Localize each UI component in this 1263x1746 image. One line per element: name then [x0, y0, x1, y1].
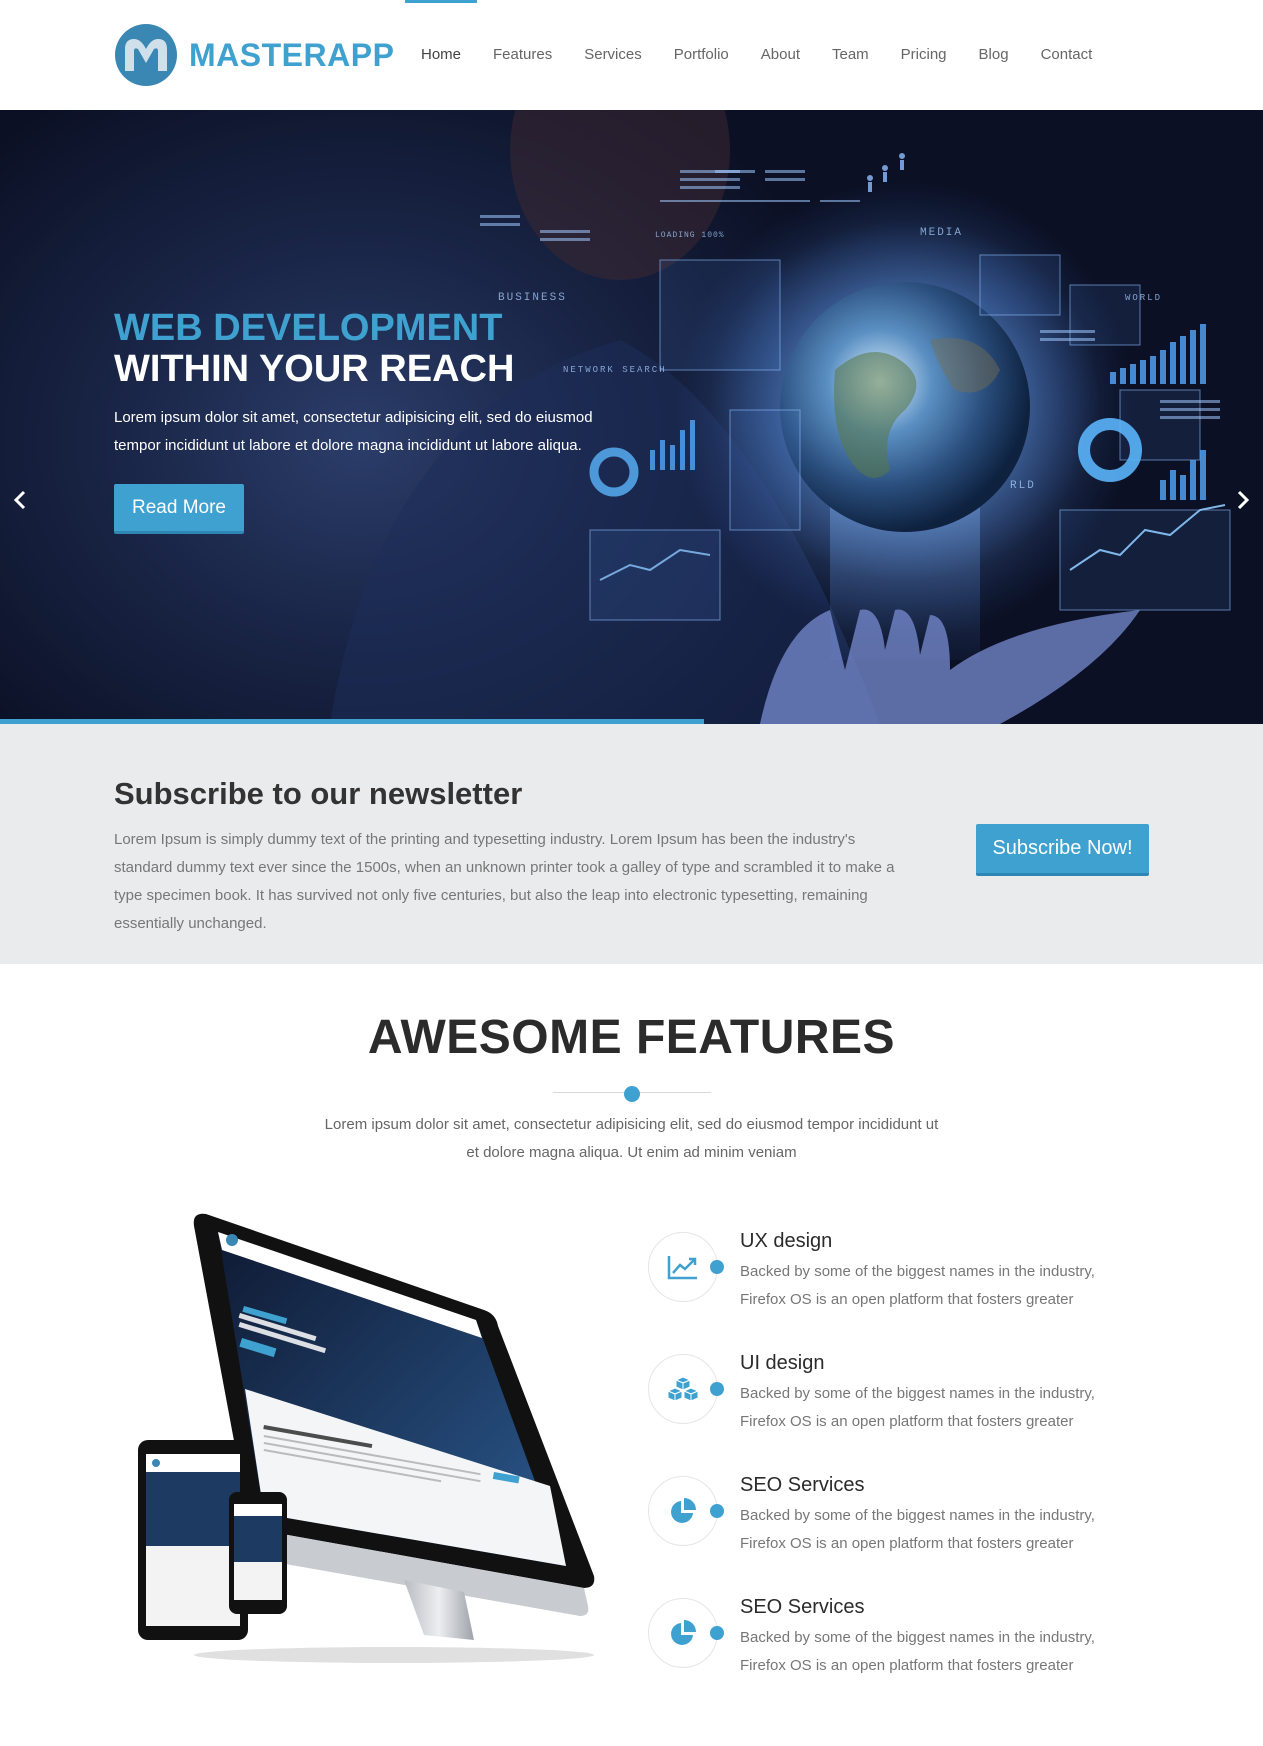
feature-list: UX design Backed by some of the biggest …	[648, 1228, 1168, 1716]
hero-title-line2: WITHIN YOUR REACH	[114, 348, 515, 390]
divider-dot	[624, 1086, 640, 1102]
chevron-right-icon	[1237, 490, 1250, 510]
feature-text: Backed by some of the biggest names in t…	[740, 1629, 1095, 1674]
section-divider	[553, 1086, 711, 1102]
feature-item-ux-design: UX design Backed by some of the biggest …	[648, 1228, 1168, 1350]
feature-icon-circle	[648, 1476, 718, 1546]
slider-next-button[interactable]	[1223, 460, 1263, 540]
features-title: AWESOME FEATURES	[367, 1011, 896, 1064]
svg-text:BUSINESS: BUSINESS	[498, 292, 567, 304]
nav-contact[interactable]: Contact	[1025, 0, 1109, 110]
nav-portfolio[interactable]: Portfolio	[658, 0, 745, 110]
nav-services[interactable]: Services	[568, 0, 658, 110]
svg-text:RLD: RLD	[1010, 480, 1036, 492]
newsletter-title: Subscribe to our newsletter	[114, 776, 523, 811]
feature-text: Backed by some of the biggest names in t…	[740, 1263, 1095, 1308]
nav-features[interactable]: Features	[477, 0, 568, 110]
feature-item-seo-services: SEO Services Backed by some of the bigge…	[648, 1472, 1168, 1594]
hero-caption: WEB DEVELOPMENT WITHIN YOUR REACH Lorem …	[114, 308, 634, 534]
responsive-devices-image	[114, 1210, 614, 1670]
svg-text:WORLD: WORLD	[1125, 293, 1162, 303]
hero-title-line1: WEB DEVELOPMENT	[114, 307, 503, 349]
cubes-icon	[666, 1376, 700, 1402]
feature-item-seo-services-2: SEO Services Backed by some of the bigge…	[648, 1594, 1168, 1716]
slider-prev-button[interactable]	[0, 460, 40, 540]
hero-description: Lorem ipsum dolor sit amet, consectetur …	[114, 409, 593, 454]
feature-dot	[710, 1626, 724, 1640]
features-description-line1: Lorem ipsum dolor sit amet, consectetur …	[324, 1116, 939, 1133]
feature-title: SEO Services	[740, 1596, 865, 1618]
svg-text:LOADING 100%: LOADING 100%	[655, 231, 725, 240]
nav-blog[interactable]: Blog	[963, 0, 1025, 110]
features-description-line2: et dolore magna aliqua. Ut enim ad minim…	[466, 1144, 797, 1161]
feature-dot	[710, 1504, 724, 1518]
feature-icon-circle	[648, 1354, 718, 1424]
features-description: Lorem ipsum dolor sit amet, consectetur …	[0, 1111, 1263, 1167]
feature-title: SEO Services	[740, 1474, 865, 1496]
site-header: MASTERAPP Home Features Services Portfol…	[0, 0, 1263, 110]
nav-team[interactable]: Team	[816, 0, 885, 110]
svg-text:MEDIA: MEDIA	[920, 227, 963, 239]
subscribe-button[interactable]: Subscribe Now!	[976, 824, 1149, 876]
hero-slider: BUSINESS NETWORK SEARCH MEDIA WORLD RLD …	[0, 110, 1263, 724]
pie-chart-icon	[671, 1498, 696, 1523]
feature-icon-circle	[648, 1598, 718, 1668]
feature-title: UX design	[740, 1230, 833, 1252]
feature-text: Backed by some of the biggest names in t…	[740, 1385, 1095, 1430]
nav-about[interactable]: About	[745, 0, 816, 110]
chevron-left-icon	[13, 490, 26, 510]
feature-dot	[710, 1260, 724, 1274]
logo-icon	[115, 24, 177, 86]
nav-home[interactable]: Home	[405, 0, 478, 110]
logo[interactable]: MASTERAPP	[115, 24, 394, 86]
nav-pricing[interactable]: Pricing	[885, 0, 963, 110]
feature-title: UI design	[740, 1352, 825, 1374]
feature-dot	[710, 1382, 724, 1396]
pie-chart-icon	[671, 1620, 696, 1645]
feature-icon-circle	[648, 1232, 718, 1302]
newsletter-section: Subscribe to our newsletter Lorem Ipsum …	[0, 724, 1263, 964]
logo-text: MASTERAPP	[189, 36, 395, 73]
newsletter-description: Lorem Ipsum is simply dummy text of the …	[114, 831, 895, 932]
feature-item-ui-design: UI design Backed by some of the biggest …	[648, 1350, 1168, 1472]
feature-text: Backed by some of the biggest names in t…	[740, 1507, 1095, 1552]
main-nav: Home Features Services Portfolio About T…	[405, 0, 1108, 110]
read-more-button[interactable]: Read More	[114, 484, 244, 534]
line-chart-icon	[667, 1256, 697, 1280]
